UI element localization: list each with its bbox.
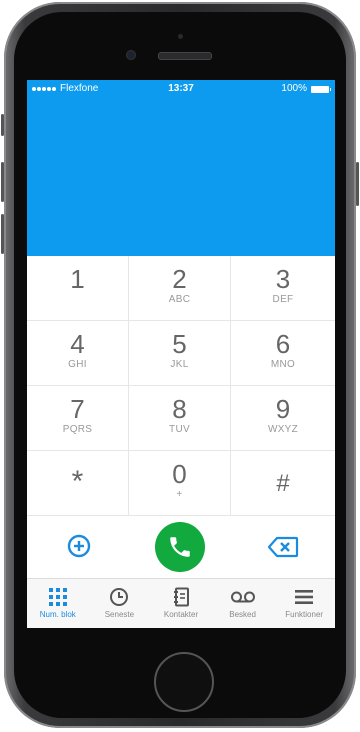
battery-percent: 100%	[281, 83, 307, 94]
key-letters: WXYZ	[267, 424, 299, 435]
power-button	[356, 162, 359, 206]
key-symbol: *	[71, 465, 84, 498]
key-letters: JKL	[170, 359, 189, 370]
key-digit: 5	[172, 329, 187, 359]
earpiece-speaker	[158, 52, 212, 60]
mute-switch	[1, 114, 4, 136]
keypad-row: 1 2 ABC 3 DEF	[27, 256, 335, 321]
key-3[interactable]: 3 DEF	[231, 256, 335, 320]
front-camera	[126, 50, 136, 60]
phone-icon	[170, 537, 190, 557]
key-letters: DEF	[272, 294, 294, 305]
key-digit: 1	[70, 264, 85, 294]
key-6[interactable]: 6 MNO	[231, 321, 335, 385]
key-9[interactable]: 9 WXYZ	[231, 386, 335, 450]
key-digit: 3	[275, 264, 291, 294]
key-digit: 8	[172, 394, 187, 424]
tab-recent[interactable]: Seneste	[89, 579, 151, 628]
tab-label: Seneste	[104, 610, 135, 619]
call-button[interactable]	[155, 522, 205, 572]
tab-voicemail[interactable]: Besked	[212, 579, 274, 628]
tab-label: Funktioner	[285, 610, 324, 619]
volume-up-button	[1, 162, 4, 202]
dial-keypad: 1 2 ABC 3 DEF 4 GHI 5 JKL 6 MNO 7 PQRS 8 TUV 9W…	[27, 256, 335, 516]
home-button[interactable]	[154, 652, 214, 712]
clock-icon	[110, 588, 129, 606]
key-2[interactable]: 2 ABC	[129, 256, 231, 320]
voicemail-icon	[230, 591, 255, 603]
key-digit: 6	[275, 329, 291, 359]
tab-bar: Num. blok Seneste Kontakter Besked Funkt…	[27, 578, 335, 628]
keypad-row: 7 PQRS 8 TUV 9 WXYZ	[27, 386, 335, 451]
tab-label: Num. blok	[39, 610, 76, 619]
key-digit: 0	[172, 459, 187, 489]
key-digit: 7	[70, 394, 85, 424]
tab-functions[interactable]: Funktioner	[273, 579, 335, 628]
key-letters: TUV	[169, 424, 190, 435]
tab-keypad[interactable]: Num. blok	[27, 579, 89, 628]
plus-circle-icon[interactable]	[67, 534, 91, 558]
key-5[interactable]: 5 JKL	[129, 321, 231, 385]
contacts-book-icon	[173, 587, 189, 607]
status-bar: Flexfone 13:37 100%	[27, 80, 335, 98]
battery-icon	[311, 85, 331, 93]
key-symbol: #	[276, 470, 290, 497]
key-star[interactable]: *	[27, 451, 129, 515]
key-letters: +	[176, 489, 183, 500]
keypad-grid-icon	[48, 588, 67, 606]
volume-down-button	[1, 214, 4, 254]
key-7[interactable]: 7 PQRS	[27, 386, 129, 450]
sensor-dot	[178, 34, 183, 39]
keypad-row: 4 GHI 5 JKL 6 MNO	[27, 321, 335, 386]
battery-info: 100%	[281, 80, 331, 98]
number-display: Flexfone 13:37 100%	[27, 80, 335, 256]
tab-contacts[interactable]: Kontakter	[150, 579, 212, 628]
key-hash[interactable]: #	[231, 451, 335, 515]
key-8[interactable]: 8 TUV	[129, 386, 231, 450]
key-0[interactable]: 0 +	[129, 451, 231, 515]
key-4[interactable]: 4 GHI	[27, 321, 129, 385]
backspace-icon[interactable]	[267, 536, 299, 558]
key-letters: GHI	[68, 359, 87, 370]
key-letters: PQRS	[62, 424, 93, 435]
call-actions	[27, 514, 335, 578]
key-1[interactable]: 1	[27, 256, 129, 320]
key-digit: 4	[70, 329, 85, 359]
key-letters: MNO	[270, 359, 296, 370]
menu-icon	[295, 590, 314, 604]
key-digit: 9	[275, 394, 291, 424]
phone-screen: Flexfone 13:37 100% 1 2 ABC 3 DEF 4 GHI 5 JK…	[27, 80, 335, 628]
key-digit: 2	[172, 264, 187, 294]
key-letters: ABC	[168, 294, 191, 305]
keypad-row: * 0 + #	[27, 451, 335, 516]
tab-label: Kontakter	[163, 610, 199, 619]
tab-label: Besked	[229, 610, 256, 619]
